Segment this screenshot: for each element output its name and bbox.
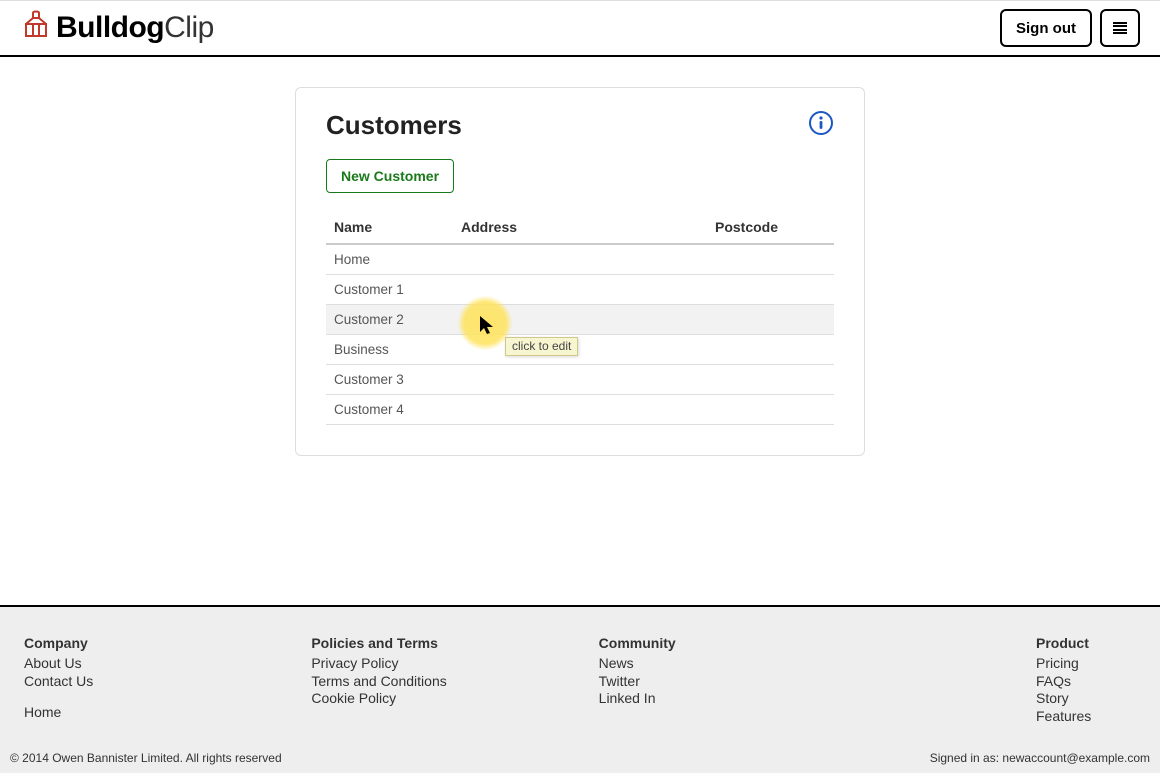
new-customer-button[interactable]: New Customer [326, 159, 454, 193]
footer-link[interactable]: News [599, 655, 886, 673]
customers-card: Customers New Customer Name Address Post… [295, 87, 865, 456]
cell-postcode[interactable] [707, 335, 834, 365]
footer-link[interactable]: Linked In [599, 690, 886, 708]
cell-name[interactable]: Business [326, 335, 453, 365]
footer-link[interactable]: FAQs [1036, 673, 1136, 691]
footer-link[interactable]: Cookie Policy [311, 690, 598, 708]
table-row[interactable]: Customer 2 [326, 305, 834, 335]
app-footer: CompanyAbout UsContact UsHomePolicies an… [0, 605, 1160, 773]
menu-button[interactable] [1100, 9, 1140, 47]
cell-name[interactable]: Customer 4 [326, 395, 453, 425]
col-header-name: Name [326, 211, 453, 244]
footer-heading: Community [599, 635, 886, 651]
table-row[interactable]: Customer 3 [326, 365, 834, 395]
cell-postcode[interactable] [707, 305, 834, 335]
cell-address[interactable] [453, 395, 707, 425]
sign-out-button[interactable]: Sign out [1000, 9, 1092, 47]
page-title: Customers [326, 110, 462, 141]
footer-link[interactable]: Pricing [1036, 655, 1136, 673]
cell-address[interactable] [453, 365, 707, 395]
footer-link[interactable]: Terms and Conditions [311, 673, 598, 691]
footer-col: Policies and Terms Privacy PolicyTerms an… [311, 635, 598, 725]
table-row[interactable]: Customer 1 [326, 275, 834, 305]
footer-col: Product PricingFAQsStoryFeatures [886, 635, 1136, 725]
cell-name[interactable]: Customer 1 [326, 275, 453, 305]
cell-name[interactable]: Home [326, 244, 453, 275]
app-header: BulldogClip Sign out [0, 1, 1160, 57]
table-row[interactable]: Home [326, 244, 834, 275]
footer-heading: Policies and Terms [311, 635, 598, 651]
cell-postcode[interactable] [707, 395, 834, 425]
footer-link[interactable]: Twitter [599, 673, 886, 691]
table-row[interactable]: Customer 4 [326, 395, 834, 425]
cell-postcode[interactable] [707, 244, 834, 275]
cell-name[interactable]: Customer 3 [326, 365, 453, 395]
footer-link[interactable]: Contact Us [24, 673, 311, 691]
footer-link[interactable]: About Us [24, 655, 311, 673]
col-header-postcode: Postcode [707, 211, 834, 244]
table-row[interactable]: Business [326, 335, 834, 365]
footer-heading: Product [1036, 635, 1136, 651]
bulldog-clip-icon [20, 10, 52, 42]
footer-link[interactable]: Features [1036, 708, 1136, 726]
cell-address[interactable] [453, 305, 707, 335]
footer-link[interactable]: Privacy Policy [311, 655, 598, 673]
info-icon[interactable] [808, 110, 834, 139]
col-header-address: Address [453, 211, 707, 244]
cell-address[interactable] [453, 244, 707, 275]
footer-col: Community NewsTwitterLinked In [599, 635, 886, 725]
cell-address[interactable] [453, 335, 707, 365]
logo-text: BulldogClip [56, 11, 214, 45]
customers-table: Name Address Postcode HomeCustomer 1Cust… [326, 211, 834, 425]
signed-in-text: Signed in as: newaccount@example.com [930, 751, 1150, 765]
cell-postcode[interactable] [707, 275, 834, 305]
footer-link[interactable]: Story [1036, 690, 1136, 708]
footer-heading: Company [24, 635, 311, 651]
cell-address[interactable] [453, 275, 707, 305]
hamburger-icon [1113, 22, 1127, 34]
logo[interactable]: BulldogClip [20, 11, 214, 45]
cell-postcode[interactable] [707, 365, 834, 395]
copyright-text: © 2014 Owen Bannister Limited. All right… [10, 751, 282, 765]
footer-col: Company About UsContact Us Home [24, 635, 311, 725]
cell-name[interactable]: Customer 2 [326, 305, 453, 335]
footer-link[interactable]: Home [24, 704, 311, 722]
